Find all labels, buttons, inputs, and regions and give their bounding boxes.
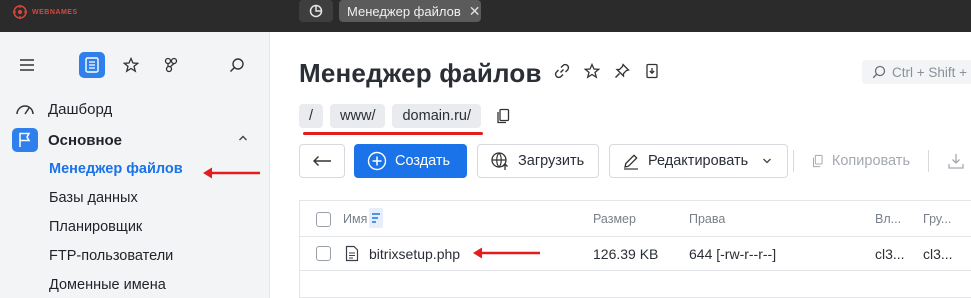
tab-file-manager[interactable]: Менеджер файлов ✕ — [339, 0, 481, 22]
file-group: cl3... — [923, 246, 953, 262]
search-placeholder: Ctrl + Shift + — [892, 64, 968, 80]
sort-icon[interactable] — [369, 208, 383, 228]
column-name[interactable]: Имя — [343, 212, 367, 226]
webnames-logo-icon — [13, 5, 27, 19]
pie-chart-icon — [309, 4, 323, 18]
brand-logo[interactable]: WEBNAMES — [12, 4, 78, 20]
globe-upload-icon — [491, 152, 508, 170]
file-name[interactable]: bitrixsetup.php — [369, 246, 460, 262]
column-rights[interactable]: Права — [689, 212, 725, 226]
file-owner: cl3... — [875, 246, 905, 262]
sidebar-item-label: Основное — [48, 131, 123, 149]
column-owner[interactable]: Вл... — [875, 212, 901, 226]
menu-icon[interactable] — [14, 52, 40, 78]
list-icon[interactable] — [79, 52, 105, 78]
sidebar-item-main[interactable]: Основное — [12, 128, 122, 152]
file-rights: 644 [-rw-r--r--] — [689, 246, 777, 262]
sidebar: Дашборд Основное Менеджер файлов Базы да… — [0, 32, 270, 298]
breadcrumb: / www/ domain.ru/ — [299, 104, 512, 128]
sidebar-item-domains[interactable]: Доменные имена — [49, 277, 166, 293]
column-group[interactable]: Гру... — [923, 212, 951, 226]
flag-icon — [12, 128, 38, 152]
arrow-left-icon — [313, 156, 331, 166]
table-header: Имя Размер Права Вл... Гру... — [300, 201, 971, 237]
toolbar-divider — [793, 150, 794, 172]
star-icon[interactable] — [118, 52, 144, 78]
table-row[interactable]: bitrixsetup.php 126.39 KB 644 [-rw-r--r-… — [300, 237, 971, 271]
annotation-underline — [303, 132, 483, 135]
search-icon[interactable] — [224, 52, 250, 78]
breadcrumb-root[interactable]: / — [299, 104, 324, 128]
breadcrumb-www[interactable]: www/ — [330, 104, 386, 128]
link-icon[interactable] — [553, 62, 571, 80]
sidebar-item-file-manager[interactable]: Менеджер файлов — [49, 161, 183, 177]
tab-dashboard[interactable] — [299, 0, 333, 22]
upload-label: Загрузить — [518, 153, 585, 169]
sidebar-item-ftp-users[interactable]: FTP-пользователи — [49, 248, 173, 264]
row-checkbox[interactable] — [316, 246, 331, 261]
tree-icon[interactable] — [158, 52, 184, 78]
back-button[interactable] — [299, 144, 345, 178]
file-table: Имя Размер Права Вл... Гру... bitrixsetu… — [299, 200, 971, 298]
annotation-arrow — [203, 167, 260, 179]
speedometer-icon — [12, 97, 38, 121]
sidebar-item-databases[interactable]: Базы данных — [49, 190, 138, 206]
sidebar-item-scheduler[interactable]: Планировщик — [49, 219, 142, 235]
file-size: 126.39 KB — [593, 246, 659, 262]
chevron-down-icon — [763, 158, 772, 164]
close-icon[interactable]: ✕ — [469, 4, 481, 18]
chevron-up-icon[interactable] — [238, 134, 248, 142]
plus-circle-icon — [367, 151, 387, 171]
select-all-checkbox[interactable] — [316, 212, 331, 227]
copy-label: Копировать — [831, 153, 910, 169]
sidebar-item-dashboard[interactable]: Дашборд — [12, 97, 112, 121]
title-actions — [553, 62, 661, 80]
download-button[interactable]: С — [935, 144, 971, 178]
file-icon — [345, 245, 359, 262]
main-content: Менеджер файлов Ctrl + Shift + / www/ do… — [271, 32, 971, 298]
pin-icon[interactable] — [613, 62, 631, 80]
sidebar-item-label: Дашборд — [48, 100, 113, 118]
toolbar-divider — [928, 150, 929, 172]
star-icon[interactable] — [583, 62, 601, 80]
annotation-arrow — [473, 247, 540, 259]
breadcrumb-domain[interactable]: domain.ru/ — [392, 104, 481, 128]
copy-path-icon[interactable] — [494, 107, 512, 125]
edit-button[interactable]: Редактировать — [609, 144, 788, 178]
column-size[interactable]: Размер — [593, 212, 636, 226]
page-title: Менеджер файлов — [299, 58, 542, 88]
create-label: Создать — [395, 153, 451, 169]
download-icon — [948, 154, 964, 169]
logo-text: WEBNAMES — [32, 8, 78, 16]
copy-button[interactable]: Копировать — [800, 144, 922, 178]
edit-label: Редактировать — [648, 153, 749, 169]
tab-file-manager-label: Менеджер файлов — [347, 3, 461, 19]
bookmark-icon[interactable] — [643, 62, 661, 80]
search-icon — [872, 65, 886, 79]
toolbar: Создать Загрузить Редактировать Копирова… — [299, 144, 971, 178]
create-button[interactable]: Создать — [354, 144, 467, 178]
copy-icon — [813, 154, 823, 168]
search-input[interactable]: Ctrl + Shift + — [862, 60, 971, 84]
upload-button[interactable]: Загрузить — [477, 144, 599, 178]
sidebar-toolbar — [0, 52, 270, 78]
top-bar: WEBNAMES Менеджер файлов ✕ — [0, 0, 971, 32]
pencil-icon — [624, 154, 638, 170]
